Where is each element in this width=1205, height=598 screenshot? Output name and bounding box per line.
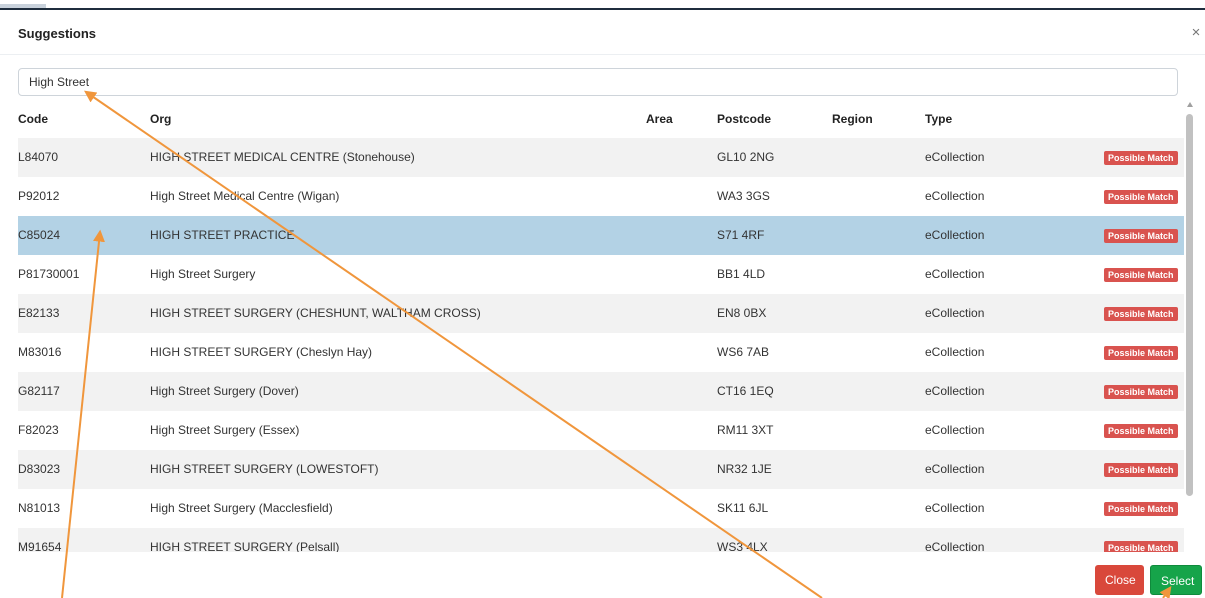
suggestions-modal: Suggestions × Code Org Area Postcode Reg…	[0, 0, 1205, 598]
cell-type: eCollection	[925, 306, 985, 320]
cell-org: HIGH STREET SURGERY (Pelsall)	[150, 540, 340, 552]
cell-postcode: CT16 1EQ	[717, 384, 774, 398]
cell-code: M83016	[18, 345, 62, 359]
cell-org: HIGH STREET MEDICAL CENTRE (Stonehouse)	[150, 150, 415, 164]
cell-type: eCollection	[925, 462, 985, 476]
table-row[interactable]: L84070 HIGH STREET MEDICAL CENTRE (Stoneh…	[18, 138, 1184, 177]
column-header-org: Org	[150, 112, 172, 126]
modal-title: Suggestions	[18, 26, 97, 41]
possible-match-badge: Possible Match	[1104, 502, 1178, 516]
column-header-area: Area	[646, 112, 673, 126]
table-scrollbar[interactable]	[1185, 100, 1195, 552]
possible-match-badge: Possible Match	[1104, 541, 1178, 552]
table-row[interactable]: N81013 High Street Surgery (Macclesfield)…	[18, 489, 1184, 528]
possible-match-badge: Possible Match	[1104, 151, 1178, 165]
table-row[interactable]: E82133 HIGH STREET SURGERY (CHESHUNT, WAL…	[18, 294, 1184, 333]
cell-org: HIGH STREET SURGERY (LOWESTOFT)	[150, 462, 379, 476]
cell-postcode: NR32 1JE	[717, 462, 772, 476]
cell-postcode: WA3 3GS	[717, 189, 770, 203]
cell-org: HIGH STREET SURGERY (CHESHUNT, WALTHAM C…	[150, 306, 481, 320]
cell-code: C85024	[18, 228, 61, 242]
scrollbar-thumb[interactable]	[1186, 114, 1193, 496]
cell-code: E82133	[18, 306, 60, 320]
possible-match-badge: Possible Match	[1104, 229, 1178, 243]
cell-type: eCollection	[925, 423, 985, 437]
column-header-postcode: Postcode	[717, 112, 772, 126]
possible-match-badge: Possible Match	[1104, 385, 1178, 399]
close-button[interactable]: Close	[1095, 565, 1144, 595]
cell-org: High Street Medical Centre (Wigan)	[150, 189, 340, 203]
table-row[interactable]: D83023 HIGH STREET SURGERY (LOWESTOFT) NR3…	[18, 450, 1184, 489]
cell-code: P92012	[18, 189, 60, 203]
possible-match-badge: Possible Match	[1104, 346, 1178, 360]
possible-match-badge: Possible Match	[1104, 307, 1178, 321]
table-header: Code Org Area Postcode Region Type	[18, 100, 1184, 137]
table-row[interactable]: C85024 HIGH STREET PRACTICE S71 4RF eCollec…	[18, 216, 1184, 255]
cell-code: F82023	[18, 423, 59, 437]
cell-type: eCollection	[925, 345, 985, 359]
close-icon[interactable]: ×	[1188, 24, 1204, 42]
scroll-up-arrow-icon[interactable]	[1187, 102, 1193, 107]
header-divider	[0, 54, 1205, 55]
cell-org: High Street Surgery (Dover)	[150, 384, 299, 398]
cell-postcode: WS6 7AB	[717, 345, 770, 359]
table-row[interactable]: P92012 High Street Medical Centre (Wigan)…	[18, 177, 1184, 216]
column-header-type: Type	[925, 112, 953, 126]
table-row[interactable]: P81730001 High Street Surgery BB1 4LD eColl…	[18, 255, 1184, 294]
cell-code: M91654	[18, 540, 62, 552]
cell-org: High Street Surgery (Macclesfield)	[150, 501, 333, 515]
cell-type: eCollection	[925, 228, 985, 242]
suggestions-table: Code Org Area Postcode Region Type L8407…	[18, 100, 1184, 552]
cell-postcode: S71 4RF	[717, 228, 765, 242]
cell-code: P81730001	[18, 267, 80, 281]
cell-postcode: GL10 2NG	[717, 150, 775, 164]
column-header-region: Region	[832, 112, 873, 126]
column-header-code: Code	[18, 112, 48, 126]
cell-org: HIGH STREET PRACTICE	[150, 228, 295, 242]
table-row[interactable]: F82023 High Street Surgery (Essex) RM11 3X…	[18, 411, 1184, 450]
table-row[interactable]: M83016 HIGH STREET SURGERY (Cheslyn Hay) W…	[18, 333, 1184, 372]
possible-match-badge: Possible Match	[1104, 190, 1178, 204]
cell-type: eCollection	[925, 150, 985, 164]
cell-org: High Street Surgery (Essex)	[150, 423, 300, 437]
cell-postcode: EN8 0BX	[717, 306, 767, 320]
cell-type: eCollection	[925, 540, 985, 552]
cell-type: eCollection	[925, 267, 985, 281]
table-row[interactable]: M91654 HIGH STREET SURGERY (Pelsall) WS3 4…	[18, 528, 1184, 552]
cell-code: D83023	[18, 462, 61, 476]
cell-type: eCollection	[925, 384, 985, 398]
possible-match-badge: Possible Match	[1104, 424, 1178, 438]
select-button[interactable]: Select	[1150, 565, 1202, 595]
cell-postcode: BB1 4LD	[717, 267, 766, 281]
search-input[interactable]	[18, 68, 1178, 96]
cell-code: N81013	[18, 501, 61, 515]
cell-org: HIGH STREET SURGERY (Cheslyn Hay)	[150, 345, 373, 359]
cell-type: eCollection	[925, 501, 985, 515]
cell-type: eCollection	[925, 189, 985, 203]
cell-code: G82117	[18, 384, 60, 398]
cell-postcode: SK11 6JL	[717, 501, 769, 515]
top-divider	[0, 8, 1205, 10]
cell-org: High Street Surgery	[150, 267, 256, 281]
possible-match-badge: Possible Match	[1104, 268, 1178, 282]
possible-match-badge: Possible Match	[1104, 463, 1178, 477]
cell-postcode: WS3 4LX	[717, 540, 768, 552]
cell-code: L84070	[18, 150, 59, 164]
table-row[interactable]: G82117 High Street Surgery (Dover) CT16 1E…	[18, 372, 1184, 411]
cell-postcode: RM11 3XT	[717, 423, 774, 437]
